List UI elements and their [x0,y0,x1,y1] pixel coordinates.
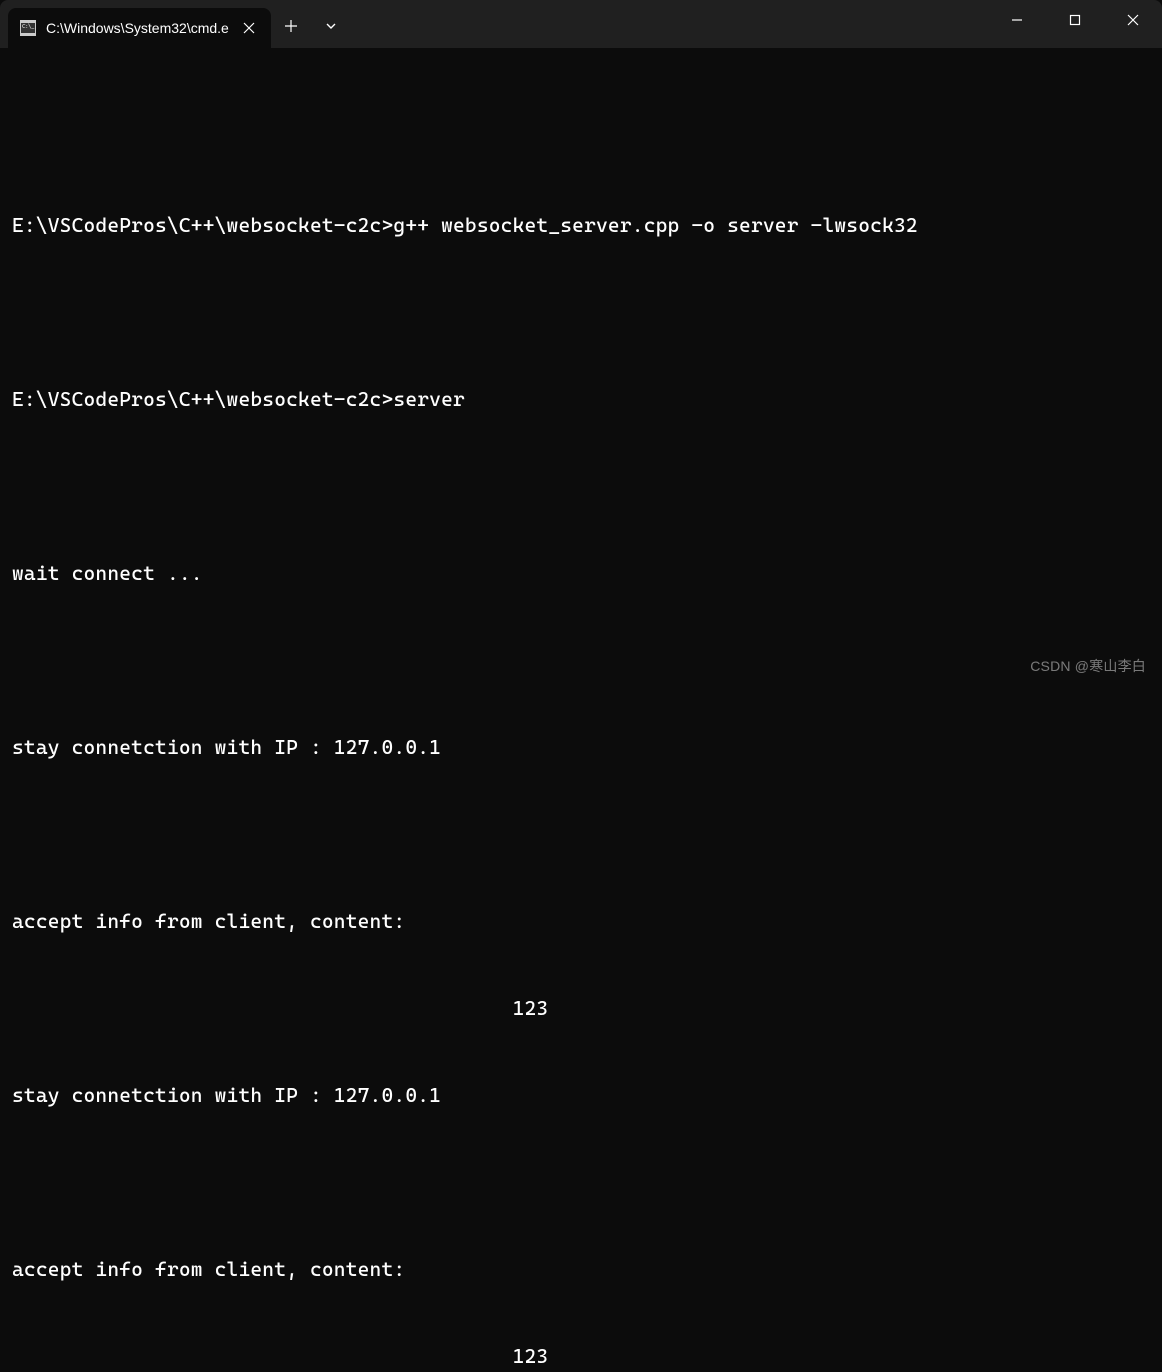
terminal-line: 123 [12,994,1150,1023]
tabs-region: C:\Windows\System32\cmd.e [0,0,351,48]
window-close-button[interactable] [1104,0,1162,40]
terminal-line: 123 [12,1342,1150,1371]
maximize-icon [1069,14,1081,26]
maximize-button[interactable] [1046,0,1104,40]
terminal-line: stay connetction with IP : 127.0.0.1 [12,1081,1150,1110]
terminal-line [12,298,1150,327]
chevron-down-icon [324,19,338,33]
plus-icon [284,19,298,33]
minimize-button[interactable] [988,0,1046,40]
watermark: CSDN @寒山李白 [1030,656,1146,676]
terminal-line: accept info from client, content: [12,907,1150,936]
close-icon [243,22,255,34]
close-icon [1127,14,1139,26]
terminal-output[interactable]: E:\VSCodePros\C++\websocket-c2c>g++ webs… [0,48,1162,1372]
tab-dropdown-button[interactable] [311,6,351,46]
terminal-line: E:\VSCodePros\C++\websocket-c2c>server [12,385,1150,414]
tab-title: C:\Windows\System32\cmd.e [46,20,229,36]
cmd-icon [20,20,36,36]
new-tab-button[interactable] [271,6,311,46]
minimize-icon [1011,14,1023,26]
terminal-line [12,124,1150,153]
terminal-line: E:\VSCodePros\C++\websocket-c2c>g++ webs… [12,211,1150,240]
window-controls [988,0,1162,48]
terminal-line: accept info from client, content: [12,1255,1150,1284]
terminal-line [12,472,1150,501]
tab-active[interactable]: C:\Windows\System32\cmd.e [8,8,271,48]
terminal-line [12,646,1150,675]
tab-close-button[interactable] [239,18,259,38]
terminal-line [12,1168,1150,1197]
terminal-line: wait connect ... [12,559,1150,588]
titlebar: C:\Windows\System32\cmd.e [0,0,1162,48]
terminal-line [12,820,1150,849]
tab-toolbar [271,0,351,48]
terminal-line: stay connetction with IP : 127.0.0.1 [12,733,1150,762]
